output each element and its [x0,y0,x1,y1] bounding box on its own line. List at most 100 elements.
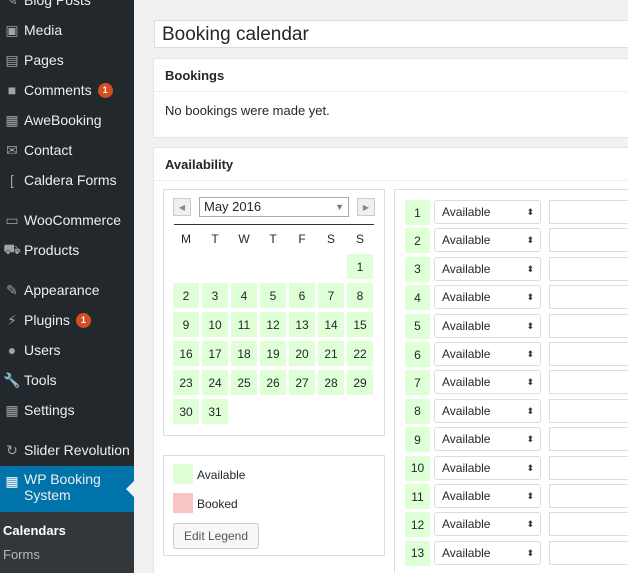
select-updown-icon: ⬍ [526,320,534,331]
availability-status-select[interactable]: Available ⬍ [434,342,541,366]
availability-status-select[interactable]: Available ⬍ [434,540,541,565]
calendar-day[interactable]: 27 [289,370,315,395]
calendar-day[interactable]: 23 [173,370,199,395]
day-description-input[interactable] [549,200,628,224]
status-value: Available [442,205,491,219]
caldera-icon: [ [10,172,14,188]
calendar-day[interactable]: 7 [318,283,344,308]
sidebar-item-settings[interactable]: ▦ Settings [0,395,134,425]
calendar-day[interactable]: 11 [231,312,257,337]
day-description-input[interactable] [549,512,628,537]
day-description-input[interactable] [549,455,628,480]
calendar-day[interactable]: 17 [202,341,228,366]
media-icon: ▣ [5,21,19,38]
sidebar-item-woocommerce[interactable]: ▭ WooCommerce [0,205,134,235]
sidebar-item-users[interactable]: ● Users [0,335,134,365]
day-description-input[interactable] [549,484,628,508]
pin-icon: ✎ [0,0,24,10]
sidebar-item-comments[interactable]: ■ Comments 1 [0,75,134,105]
weekday-header: S [355,232,364,246]
calendar-day[interactable]: 12 [260,312,286,337]
calendar-day[interactable]: 6 [289,283,315,308]
day-description-input[interactable] [549,370,628,395]
sidebar-item-wp-booking-system[interactable]: ▦ WP Booking System [0,466,134,512]
calendar-day[interactable]: 30 [173,399,199,424]
calendar-day[interactable]: 16 [173,341,199,366]
calendar-day[interactable]: 24 [202,370,228,395]
availability-status-select[interactable]: Available ⬍ [434,370,541,395]
calendar-day[interactable]: 21 [318,341,344,366]
weekday-header: T [269,232,277,246]
day-number: 2 [405,228,430,254]
day-description-input[interactable] [549,342,628,366]
submenu-item-forms[interactable]: Forms [3,547,40,562]
sidebar-item-appearance[interactable]: ✎ Appearance [0,275,134,305]
day-description-input[interactable] [549,313,628,338]
calendar-day[interactable]: 2 [173,283,199,308]
day-description-input[interactable] [549,427,628,452]
calendar-day[interactable]: 15 [347,312,373,337]
availability-status-select[interactable]: Available ⬍ [434,398,541,423]
select-updown-icon: ⬍ [526,405,534,416]
sidebar-item-tools[interactable]: 🔧 Tools [0,365,134,395]
availability-status-select[interactable]: Available ⬍ [434,256,541,281]
day-description-input[interactable] [549,228,628,253]
calendar-day[interactable]: 10 [202,312,228,337]
day-description-input[interactable] [549,398,628,423]
calendar-day[interactable]: 28 [318,370,344,395]
sidebar-item-blog-posts[interactable]: ✎Blog Posts [0,0,134,15]
day-number: 11 [405,484,430,509]
availability-status-select[interactable]: Available ⬍ [434,512,541,537]
calendar-day[interactable]: 22 [347,341,373,366]
sidebar-item-plugins[interactable]: ⚡ Plugins 1 [0,305,134,335]
calendar-day[interactable]: 25 [231,370,257,395]
day-number: 4 [405,285,430,311]
calendar-day[interactable]: 3 [202,283,228,308]
sidebar-item-awebooking[interactable]: ▦ AweBooking [0,105,134,135]
calendar-title-input[interactable]: Booking calendar [154,20,628,48]
sidebar-item-slider-revolution[interactable]: ↻ Slider Revolution [0,435,134,465]
sidebar-item-media[interactable]: ▣ Media [0,15,134,45]
availability-status-select[interactable]: Available ⬍ [434,427,541,452]
calendar-day[interactable]: 1 [347,254,373,279]
day-number: 12 [405,512,430,538]
sidebar-item-label: Slider Revolution [24,442,130,458]
settings-icon: ▦ [5,401,19,418]
calendar-day[interactable]: 14 [318,312,344,337]
weekday-header: S [326,232,335,246]
day-description-input[interactable] [549,256,628,281]
availability-status-select[interactable]: Available ⬍ [434,200,541,224]
availability-status-select[interactable]: Available ⬍ [434,455,541,480]
sidebar-item-pages[interactable]: ▤ Pages [0,45,134,75]
calendar-day[interactable]: 13 [289,312,315,337]
submenu-item-calendars[interactable]: Calendars [3,523,66,538]
cart-icon: ⛟ [3,240,21,257]
day-description-input[interactable] [549,285,628,310]
calendar-day[interactable]: 4 [231,283,257,308]
calendar-day[interactable]: 18 [231,341,257,366]
calendar-divider [174,224,374,225]
calendar-day[interactable]: 29 [347,370,373,395]
sidebar-item-contact[interactable]: ✉ Contact [0,135,134,165]
active-menu-arrow [126,481,134,497]
booking-submenu: Calendars Forms [0,512,134,573]
calendar-day[interactable]: 20 [289,341,315,366]
availability-status-select[interactable]: Available ⬍ [434,484,541,508]
next-month-button[interactable]: ▶ [357,198,375,216]
sidebar-item-caldera-forms[interactable]: [Caldera Forms [0,165,134,195]
sidebar-item-label: WooCommerce [24,212,121,228]
sidebar-item-products[interactable]: ⛟ Products [0,235,134,265]
availability-status-select[interactable]: Available ⬍ [434,228,541,253]
calendar-day[interactable]: 5 [260,283,286,308]
calendar-day[interactable]: 31 [202,399,228,424]
edit-legend-button[interactable]: Edit Legend [173,523,259,549]
calendar-day[interactable]: 19 [260,341,286,366]
availability-status-select[interactable]: Available ⬍ [434,313,541,338]
calendar-day[interactable]: 26 [260,370,286,395]
prev-month-button[interactable]: ◀ [173,198,191,216]
calendar-day[interactable]: 8 [347,283,373,308]
month-select[interactable]: May 2016 ▼ [199,197,349,217]
day-description-input[interactable] [549,540,628,565]
availability-status-select[interactable]: Available ⬍ [434,285,541,310]
calendar-day[interactable]: 9 [173,312,199,337]
